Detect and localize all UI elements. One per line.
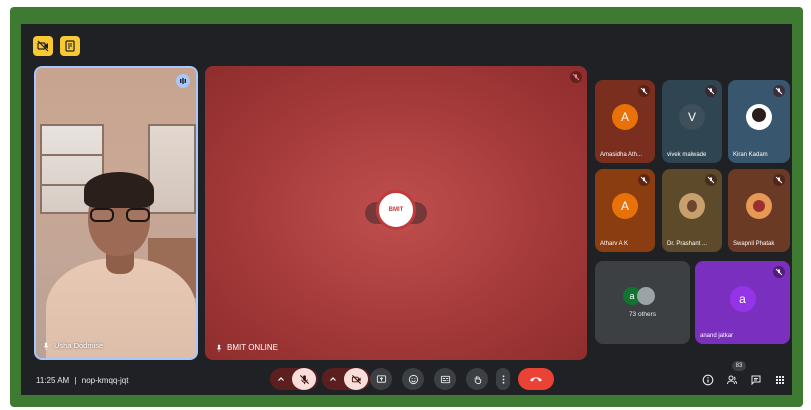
- mic-off-icon: [638, 85, 650, 97]
- mic-off-icon: [773, 174, 785, 186]
- hand-icon: [474, 375, 481, 384]
- captions-icon: [440, 375, 450, 383]
- photo-head: [687, 199, 697, 212]
- avatar-photo: [679, 192, 705, 219]
- others-avatar-photo: [637, 287, 655, 305]
- presenter-name-label: BMIT ONLINE: [227, 343, 278, 352]
- speaker-glasses: [90, 208, 150, 222]
- chat-button[interactable]: [749, 373, 763, 387]
- participant-tile[interactable]: V vivek malwade: [662, 80, 722, 163]
- people-button[interactable]: [725, 373, 739, 387]
- raise-hand-button[interactable]: [466, 368, 488, 390]
- others-count: 73 others: [628, 311, 657, 318]
- meeting-info: 11:25 AM | nop-kmqq-jqt: [36, 376, 128, 385]
- chevron-up-icon: [278, 377, 284, 381]
- pin-icon: [216, 344, 222, 352]
- participant-tile[interactable]: a anand jatkar: [695, 261, 790, 344]
- speaker-name: Usha Dodmise: [42, 341, 103, 350]
- chat-icon: [751, 375, 761, 386]
- mic-off-icon: [299, 374, 309, 384]
- others-tile[interactable]: a 73 others: [595, 261, 690, 344]
- speaker-hair: [84, 172, 154, 208]
- present-button[interactable]: [370, 368, 392, 390]
- camera-toggle-button[interactable]: [344, 368, 368, 390]
- meeting-time: 11:25 AM: [36, 376, 70, 385]
- avatar: A: [612, 103, 638, 130]
- camera-off-icon: [351, 374, 361, 384]
- mic-off-icon: [705, 85, 717, 97]
- mic-off-icon: [705, 174, 717, 186]
- no-camera-icon[interactable]: [33, 36, 53, 56]
- participant-count-badge: 83: [732, 361, 746, 371]
- participant-name: Kiran Kadam: [733, 152, 768, 158]
- chevron-up-icon: [330, 377, 336, 381]
- speaker-name-label: Usha Dodmise: [54, 341, 104, 350]
- meeting-code: nop-kmqq-jqt: [81, 376, 129, 385]
- bottom-control-bar: 11:25 AM | nop-kmqq-jqt 83: [21, 361, 792, 395]
- participant-tile[interactable]: Kiran Kadam: [728, 80, 790, 163]
- participant-tile[interactable]: A Atharv A K: [595, 169, 655, 252]
- separator: |: [74, 376, 77, 385]
- avatar-photo: [746, 103, 772, 130]
- pin-icon: [43, 342, 49, 350]
- mic-off-icon: [773, 266, 785, 278]
- participant-name: Dr. Prashant ...: [667, 241, 708, 247]
- participant-name: Amasidha Ath...: [600, 152, 643, 158]
- participant-name: anand jatkar: [700, 333, 734, 339]
- participant-name: Atharv A K: [600, 241, 629, 247]
- more-options-button[interactable]: [496, 368, 510, 390]
- apps-grid-icon: [776, 376, 784, 384]
- people-icon: [727, 375, 738, 385]
- avatar: a: [729, 286, 756, 313]
- camera-options-button[interactable]: [322, 368, 344, 390]
- bmit-seal-icon: BMIT: [376, 190, 416, 230]
- presenter-logo: BMIT: [365, 190, 427, 230]
- speaker-tile[interactable]: Usha Dodmise: [34, 66, 198, 360]
- photo-head: [753, 199, 765, 212]
- activities-button[interactable]: [773, 373, 787, 387]
- presenter-name: BMIT ONLINE: [215, 343, 278, 352]
- emoji-icon: [408, 374, 418, 384]
- more-vert-icon: [502, 374, 504, 384]
- participant-tile[interactable]: Swapnil Phatak: [728, 169, 790, 252]
- camera-control: [322, 368, 370, 390]
- participant-name: vivek malwade: [667, 152, 707, 158]
- mic-control: [270, 368, 318, 390]
- video-window-right: [148, 124, 196, 214]
- info-icon: [702, 374, 714, 386]
- mic-off-icon: [570, 71, 582, 83]
- meet-window: Usha Dodmise BMIT BMIT ONLINE A Amasidha…: [21, 24, 792, 395]
- mic-off-icon: [773, 85, 785, 97]
- photo-head: [752, 107, 766, 122]
- leave-call-button[interactable]: [518, 368, 554, 390]
- info-panel-icon[interactable]: [60, 36, 80, 56]
- mic-options-button[interactable]: [270, 368, 292, 390]
- mic-toggle-button[interactable]: [292, 368, 316, 390]
- participant-name: Swapnil Phatak: [733, 241, 775, 247]
- speaking-indicator-icon: [176, 74, 190, 88]
- avatar: V: [679, 103, 705, 130]
- hang-up-icon: [530, 377, 542, 382]
- emoji-button[interactable]: [402, 368, 424, 390]
- meeting-details-button[interactable]: [701, 373, 715, 387]
- avatar: A: [612, 192, 638, 219]
- presenter-tile[interactable]: BMIT BMIT ONLINE: [205, 66, 587, 360]
- participant-tile[interactable]: Dr. Prashant ...: [662, 169, 722, 252]
- present-screen-icon: [376, 374, 386, 383]
- mic-off-icon: [638, 174, 650, 186]
- avatar-photo: [746, 192, 772, 219]
- captions-button[interactable]: [434, 368, 456, 390]
- participant-tile[interactable]: A Amasidha Ath...: [595, 80, 655, 163]
